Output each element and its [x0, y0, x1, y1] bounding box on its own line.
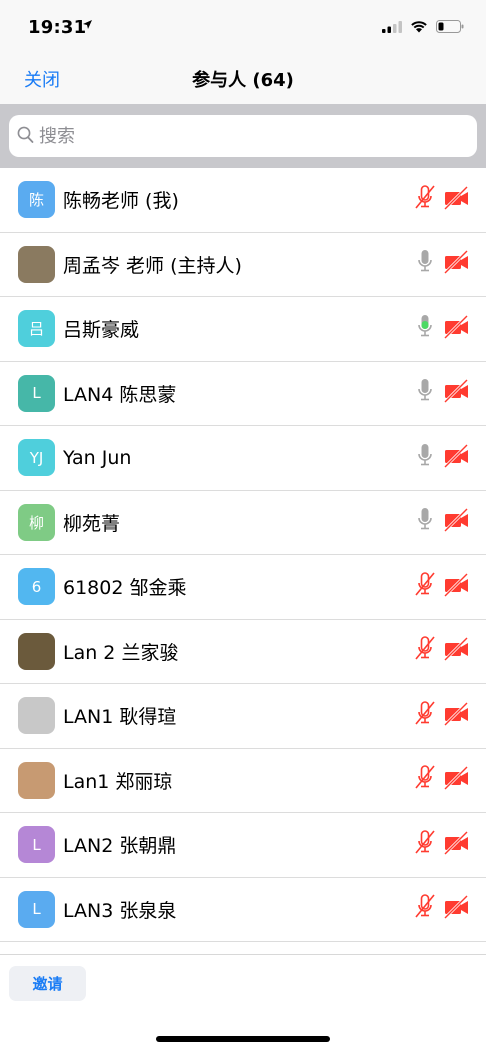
status-bar: 19:31 — [0, 0, 486, 58]
mic-muted-icon[interactable] — [414, 699, 436, 733]
camera-off-icon[interactable] — [443, 247, 470, 281]
mic-muted-icon[interactable] — [414, 634, 436, 668]
participant-name: 陈畅老师 (我) — [63, 190, 179, 213]
participant-row[interactable]: L LAN4 陈思蒙 — [0, 362, 486, 426]
camera-off-icon[interactable] — [443, 892, 470, 926]
mic-muted-icon[interactable] — [414, 570, 436, 604]
avatar: 陈 — [18, 181, 55, 219]
navigation-bar: 关闭 参与人 (64) — [0, 58, 486, 104]
mic-muted-icon[interactable] — [414, 763, 436, 797]
mic-muted-icon[interactable] — [414, 828, 436, 862]
participant-row[interactable]: Lan 2 兰家骏 — [0, 620, 486, 684]
bottom-toolbar: 邀请 — [0, 954, 486, 1051]
mic-icon[interactable] — [414, 312, 436, 346]
camera-off-icon[interactable] — [443, 570, 470, 604]
avatar: 吕 — [18, 310, 55, 348]
avatar — [18, 632, 55, 670]
participant-name: 周孟岑 老师 (主持人) — [63, 254, 242, 277]
participant-name: Lan 2 兰家骏 — [63, 641, 179, 664]
participant-name: Lan1 郑丽琼 — [63, 770, 173, 793]
camera-off-icon[interactable] — [443, 699, 470, 733]
mic-icon[interactable] — [414, 376, 436, 410]
cellular-signal-icon — [382, 20, 402, 33]
mic-icon[interactable] — [414, 505, 436, 539]
camera-off-icon[interactable] — [443, 183, 470, 217]
camera-off-icon[interactable] — [443, 505, 470, 539]
search-input[interactable] — [39, 115, 469, 157]
participant-row[interactable]: 陈陈畅老师 (我) — [0, 168, 486, 233]
participant-row[interactable]: YJ Yan Jun — [0, 426, 486, 491]
participant-row[interactable]: L LAN2 张朝鼎 — [0, 813, 486, 878]
avatar: YJ — [18, 439, 55, 477]
participant-row[interactable]: L LAN3 张泉泉 — [0, 878, 486, 942]
avatar: L — [18, 890, 55, 928]
participant-name: LAN4 陈思蒙 — [63, 383, 177, 406]
mic-icon[interactable] — [414, 247, 436, 281]
participant-list: 陈陈畅老师 (我) 周孟岑 老师 (主持人) 吕吕斯豪威 L LAN4 陈思蒙 YJ Yan… — [0, 168, 486, 954]
page-title: 参与人 (64) — [192, 70, 294, 91]
participant-name: LAN3 张泉泉 — [63, 899, 177, 922]
battery-icon — [436, 20, 464, 33]
participant-name: 柳苑菁 — [63, 512, 121, 535]
avatar: L — [18, 374, 55, 412]
avatar: 柳 — [18, 503, 55, 541]
mic-muted-icon[interactable] — [414, 183, 436, 217]
participant-name: Yan Jun — [63, 446, 132, 469]
participant-row[interactable]: Lan1 郑丽琼 — [0, 749, 486, 813]
participant-row[interactable]: 6 61802 邹金乘 — [0, 555, 486, 620]
avatar: L — [18, 826, 55, 864]
camera-off-icon[interactable] — [443, 828, 470, 862]
avatar: 6 — [18, 568, 55, 606]
participant-row[interactable]: 周孟岑 老师 (主持人) — [0, 233, 486, 297]
search-field[interactable] — [9, 115, 477, 157]
avatar — [18, 761, 55, 799]
participant-row[interactable]: 吕吕斯豪威 — [0, 297, 486, 362]
participant-row[interactable]: LAN1 耿得瑄 — [0, 684, 486, 749]
mic-icon[interactable] — [414, 441, 436, 475]
location-arrow-icon — [82, 19, 93, 34]
avatar — [18, 245, 55, 283]
status-time: 19:31 — [28, 17, 87, 38]
search-icon — [17, 125, 35, 149]
participant-row[interactable]: 柳柳苑菁 — [0, 491, 486, 555]
camera-off-icon[interactable] — [443, 376, 470, 410]
home-indicator — [156, 1036, 330, 1042]
camera-off-icon[interactable] — [443, 441, 470, 475]
camera-off-icon[interactable] — [443, 312, 470, 346]
participant-name: 吕斯豪威 — [63, 319, 140, 342]
mic-muted-icon[interactable] — [414, 892, 436, 926]
participant-name: LAN1 耿得瑄 — [63, 706, 177, 729]
avatar — [18, 697, 55, 735]
wifi-icon — [411, 21, 427, 33]
participant-name: 61802 邹金乘 — [63, 577, 187, 600]
status-indicators — [382, 20, 464, 33]
invite-button[interactable]: 邀请 — [9, 966, 86, 1001]
camera-off-icon[interactable] — [443, 634, 470, 668]
search-bar — [0, 104, 486, 168]
camera-off-icon[interactable] — [443, 763, 470, 797]
participant-name: LAN2 张朝鼎 — [63, 835, 177, 858]
